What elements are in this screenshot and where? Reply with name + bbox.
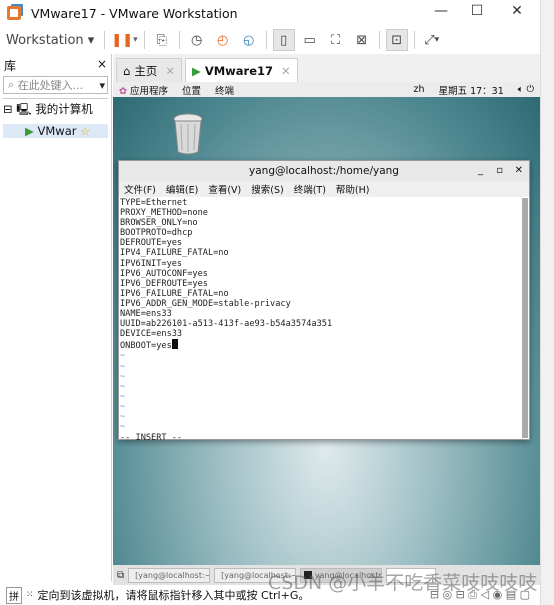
input-language[interactable]: zh [414, 84, 425, 95]
terminal-line: IPV6_FAILURE_FATAL=no [120, 288, 229, 299]
pause-icon[interactable]: ❚❚ ▾ [111, 29, 137, 51]
empty-line-marker: ~ [120, 381, 126, 392]
terminal-text[interactable]: TYPE=Ethernet PROXY_METHOD=none BROWSER_ON… [119, 198, 522, 443]
divider [413, 31, 415, 49]
workstation-menu[interactable]: Workstation ▾ [2, 29, 98, 51]
home-icon: ⌂ [123, 63, 131, 78]
terminal-line: IPV6_AUTOCONF=yes [120, 268, 208, 279]
search-placeholder: 在此处键入... [17, 79, 84, 92]
fullscreen-icon[interactable]: ⛶ [325, 29, 347, 51]
terminal-line: NAME=ens33 [120, 309, 172, 320]
terminal-line: IPV6INIT=yes [120, 258, 183, 269]
thumbnail-bar-icon[interactable]: ▭ [299, 29, 321, 51]
terminal-menu-item[interactable]: 文件(F) [124, 182, 156, 196]
title-bar: VMware17 - VMware Workstation — ☐ ✕ [0, 0, 540, 26]
divider [178, 31, 180, 49]
tab-label: VMware17 [204, 63, 274, 78]
terminal-menu-item[interactable]: 搜索(S) [251, 182, 283, 196]
terminal-title: yang@localhost:/home/yang [249, 165, 399, 177]
empty-line-marker: ~ [120, 371, 126, 382]
tree-item-my-computer[interactable]: ⊟ 🖳 我的计算机 [3, 101, 108, 121]
vim-mode: -- INSERT -- [120, 433, 183, 444]
library-panel: 库 × ⌕ 在此处键入... ▾ ⊟ 🖳 我的计算机 ▶ VMwar ☆ [0, 54, 112, 581]
taskbar-item[interactable]: [yang@localhost:~ [128, 567, 211, 583]
terminal-line: BOOTPROTO=dhcp [120, 228, 193, 239]
tab-label: 主页 [134, 63, 158, 78]
terminal-line: ONBOOT=yes [120, 339, 522, 351]
divider [378, 31, 380, 49]
terminal-close-button[interactable]: ✕ [515, 161, 523, 181]
empty-line-marker: ~ [120, 351, 126, 362]
show-library-icon[interactable]: ▯ [272, 29, 295, 51]
terminal-menu-item[interactable]: 查看(V) [208, 182, 241, 196]
terminal-menu-bar: 文件(F) 编辑(E) 查看(V) 搜索(S) 终端(T) 帮助(H) [119, 181, 529, 197]
divider [143, 31, 145, 49]
terminal-line: DEFROUTE=yes [120, 238, 183, 249]
terminal-menu[interactable]: 终端 [215, 83, 234, 97]
right-edge [540, 0, 554, 605]
terminal-window[interactable]: yang@localhost:/home/yang _ ▫ ✕ 文件(F) 编辑(… [118, 160, 530, 443]
terminal-line: UUID=ab226101-a513-413f-ae93-b54a3574a35… [120, 319, 333, 330]
unity-icon[interactable]: ⊠ [351, 29, 373, 51]
terminal-maximize-button[interactable]: ▫ [496, 161, 503, 181]
places-menu[interactable]: 位置 [182, 83, 201, 97]
maximize-button[interactable]: ☐ [462, 3, 492, 23]
apps-menu[interactable]: ✿ 应用程序 [119, 83, 168, 97]
star-icon: ☆ [80, 124, 91, 138]
divider [104, 31, 106, 49]
workstation-menu-label: Workstation [6, 32, 84, 48]
library-close-button[interactable]: × [97, 57, 107, 74]
ime-indicator[interactable]: 拼 [6, 586, 22, 604]
terminal-menu-item[interactable]: 编辑(E) [166, 182, 198, 196]
vmware-logo-icon [7, 6, 21, 20]
tab-vmware17[interactable]: ▶ VMware17 ✕ [184, 58, 298, 82]
library-title: 库 [4, 59, 17, 73]
trash-icon[interactable] [170, 112, 206, 156]
divider [265, 31, 267, 49]
terminal-menu-item[interactable]: 帮助(H) [336, 182, 370, 196]
console-view-icon[interactable]: ⊡ [385, 29, 408, 51]
terminal-line: DEVICE=ens33 [120, 329, 183, 340]
watermark: CSDN @小羊不吃香菜吱吱吱吱 [268, 572, 538, 594]
empty-line-marker: ~ [120, 401, 126, 412]
terminal-line: IPV4_FAILURE_FATAL=no [120, 248, 229, 259]
terminal-line: IPV6_DEFROUTE=yes [120, 278, 208, 289]
revert-snapshot-icon[interactable]: ◴ [212, 29, 234, 51]
close-button[interactable]: ✕ [502, 3, 532, 23]
tab-home[interactable]: ⌂ 主页 ✕ [116, 58, 182, 82]
minimize-button[interactable]: — [426, 3, 456, 23]
show-desktop-icon[interactable]: ⧉ [117, 570, 124, 581]
tree-label: VMwar [37, 124, 77, 138]
terminal-minimize-button[interactable]: _ [478, 161, 483, 181]
close-tab-icon[interactable]: ✕ [165, 64, 175, 78]
tree-label: 我的计算机 [35, 102, 93, 116]
toolbar: Workstation ▾ ❚❚ ▾ ⎘ ◷ ◴ ◵ ▯ ▭ ⛶ ⊠ ⊡ ⤢ ▾ [0, 26, 540, 54]
empty-line-marker: ~ [120, 422, 126, 433]
terminal-line: BROWSER_ONLY=no [120, 218, 198, 229]
volume-icon[interactable]: 🔈︎ ⏻ [518, 84, 534, 95]
snapshot-manager-icon[interactable]: ◵ [238, 29, 260, 51]
terminal-line: PROXY_METHOD=none [120, 208, 208, 219]
gnome-top-bar: ✿ 应用程序 位置 终端 zh 星期五 17：31 🔈︎ ⏻ [113, 82, 540, 97]
close-tab-icon[interactable]: ✕ [281, 64, 291, 78]
tree-item-vm[interactable]: ▶ VMwar ☆ [3, 124, 108, 138]
terminal-menu-item[interactable]: 终端(T) [294, 182, 326, 196]
terminal-line: TYPE=Ethernet [120, 198, 188, 208]
hint-icon: ⁙ [26, 590, 34, 600]
empty-line-marker: ~ [120, 361, 126, 372]
terminal-scrollbar[interactable] [522, 198, 528, 438]
empty-line-marker: ~ [120, 391, 126, 402]
clock[interactable]: 星期五 17：31 [439, 83, 504, 97]
library-search-input[interactable]: ⌕ 在此处键入... ▾ [3, 76, 108, 94]
send-ctrl-alt-del-icon[interactable]: ⎘ [151, 29, 173, 51]
empty-line-marker: ~ [120, 411, 126, 422]
terminal-line: IPV6_ADDR_GEN_MODE=stable-privacy [120, 298, 291, 309]
snapshot-icon[interactable]: ◷ [186, 29, 208, 51]
window-title: VMware17 - VMware Workstation [31, 5, 238, 21]
stretch-icon[interactable]: ⤢ ▾ [421, 29, 443, 51]
text-cursor [171, 339, 178, 350]
vm-icon: ▶ [191, 63, 201, 78]
tab-bar: ⌂ 主页 ✕ ▶ VMware17 ✕ [113, 58, 540, 82]
